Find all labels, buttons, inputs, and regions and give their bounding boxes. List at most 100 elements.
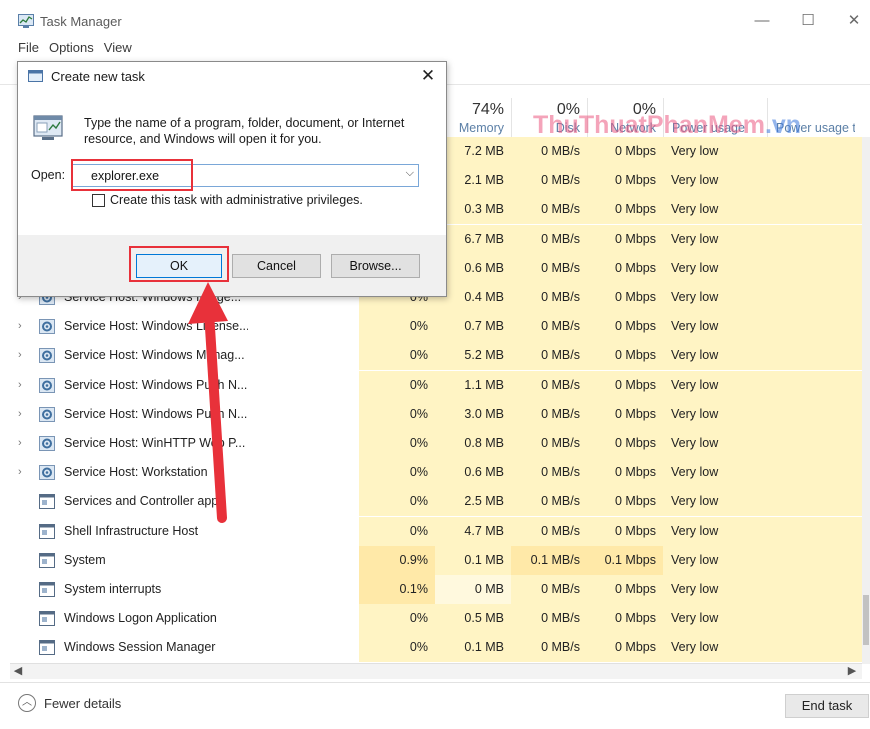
cell-disk: 0 MB/s bbox=[511, 195, 587, 225]
vertical-scroll-thumb[interactable] bbox=[863, 595, 869, 645]
process-name: Service Host: WinHTTP Web P... bbox=[64, 436, 246, 450]
cell-power-usage: Very low bbox=[663, 516, 767, 546]
cell-power-usage-trend bbox=[767, 545, 862, 575]
cell-power-usage-trend bbox=[767, 224, 862, 254]
cell-memory: 2.5 MB bbox=[435, 487, 511, 517]
cell-power-usage-trend bbox=[767, 137, 862, 166]
cell-network: 0 Mbps bbox=[587, 195, 663, 225]
cell-power-usage: Very low bbox=[663, 283, 767, 312]
cell-network: 0 Mbps bbox=[587, 224, 663, 254]
table-row[interactable]: Shell Infrastructure Host 0% 4.7 MB 0 MB/s 0… bbox=[0, 516, 862, 546]
table-row[interactable]: › Service Host: Windows Manag... 0% 5.2 MB 0… bbox=[0, 341, 862, 371]
minimize-button[interactable]: — bbox=[742, 8, 782, 34]
dialog-title: Create new task bbox=[51, 69, 145, 84]
table-row[interactable]: › Service Host: Workstation 0% 0.6 MB 0 MB/s… bbox=[0, 458, 862, 488]
table-row[interactable]: › Service Host: Windows Push N... 0% 3.0 MB… bbox=[0, 399, 862, 429]
cell-memory: 0.8 MB bbox=[435, 429, 511, 458]
task-manager-icon bbox=[18, 14, 34, 28]
end-task-button[interactable]: End task bbox=[785, 694, 869, 718]
table-row[interactable]: Windows Logon Application 0% 0.5 MB 0 MB/s 0… bbox=[0, 604, 862, 634]
fewer-details-label: Fewer details bbox=[44, 695, 122, 711]
highlight-box-ok bbox=[129, 246, 229, 282]
cell-cpu: 0.9% bbox=[359, 545, 435, 575]
cell-disk: 0 MB/s bbox=[511, 253, 587, 283]
table-row[interactable]: › Service Host: Windows Push N... 0% 1.1 MB… bbox=[0, 370, 862, 400]
cell-disk: 0 MB/s bbox=[511, 487, 587, 517]
cell-power-usage-trend bbox=[767, 429, 862, 458]
table-row[interactable]: › Service Host: WinHTTP Web P... 0% 0.8 MB 0… bbox=[0, 429, 862, 458]
admin-privileges-label: Create this task with administrative pri… bbox=[110, 193, 363, 207]
table-row[interactable]: Windows Session Manager 0% 0.1 MB 0 MB/s 0 M… bbox=[0, 633, 862, 663]
dialog-title-bar: Create new task ✕ bbox=[18, 62, 446, 90]
cell-cpu: 0% bbox=[359, 633, 435, 663]
table-row[interactable]: Services and Controller app 0% 2.5 MB 0 MB/… bbox=[0, 487, 862, 517]
cell-power-usage: Very low bbox=[663, 137, 767, 166]
cell-disk: 0 MB/s bbox=[511, 399, 587, 429]
cell-disk: 0 MB/s bbox=[511, 516, 587, 546]
cell-power-usage-trend bbox=[767, 253, 862, 283]
horizontal-scrollbar[interactable]: ◀ ▶ bbox=[10, 663, 862, 679]
cell-cpu: 0% bbox=[359, 399, 435, 429]
window-title: Task Manager bbox=[40, 14, 122, 29]
menu-file[interactable]: File bbox=[18, 40, 39, 58]
close-button[interactable]: ✕ bbox=[834, 8, 870, 34]
cell-memory: 0.1 MB bbox=[435, 633, 511, 663]
create-new-task-dialog: Create new task ✕ Type the name of a pro… bbox=[17, 61, 447, 297]
process-name: System bbox=[64, 552, 106, 567]
cell-memory: 0.7 MB bbox=[435, 312, 511, 342]
cell-network: 0 Mbps bbox=[587, 399, 663, 429]
cell-power-usage-trend bbox=[767, 399, 862, 429]
cell-memory: 0.1 MB bbox=[435, 545, 511, 575]
cell-disk: 0 MB/s bbox=[511, 458, 587, 488]
table-row[interactable]: System 0.9% 0.1 MB 0.1 MB/s 0.1 Mbps Very low bbox=[0, 545, 862, 575]
process-name: Windows Session Manager bbox=[64, 640, 216, 655]
scroll-left-arrow-icon[interactable]: ◀ bbox=[10, 664, 26, 680]
cell-power-usage-trend bbox=[767, 487, 862, 517]
browse-button[interactable]: Browse... bbox=[331, 254, 420, 278]
cell-power-usage: Very low bbox=[663, 633, 767, 663]
open-label: Open: bbox=[31, 168, 66, 182]
menu-options[interactable]: Options bbox=[49, 40, 94, 58]
cell-cpu: 0% bbox=[359, 341, 435, 371]
cell-power-usage-trend bbox=[767, 312, 862, 342]
scroll-right-arrow-icon[interactable]: ▶ bbox=[844, 664, 860, 680]
vertical-scrollbar[interactable] bbox=[862, 137, 870, 664]
dialog-description: Type the name of a program, folder, docu… bbox=[84, 116, 405, 146]
cell-cpu: 0% bbox=[359, 370, 435, 400]
process-name: System interrupts bbox=[64, 582, 162, 596]
cell-network: 0 Mbps bbox=[587, 429, 663, 458]
cell-cpu: 0% bbox=[359, 487, 435, 517]
menu-view[interactable]: View bbox=[104, 40, 132, 58]
process-name: Windows Logon Application bbox=[64, 611, 217, 626]
cell-power-usage: Very low bbox=[663, 370, 767, 400]
cell-power-usage: Very low bbox=[663, 224, 767, 254]
cell-power-usage: Very low bbox=[663, 575, 767, 604]
fewer-details-button[interactable]: ︿ Fewer details bbox=[18, 694, 121, 712]
cancel-button[interactable]: Cancel bbox=[232, 254, 321, 278]
process-name: Service Host: Windows Push N... bbox=[64, 377, 248, 392]
cell-network: 0 Mbps bbox=[587, 575, 663, 604]
cell-network: 0 Mbps bbox=[587, 370, 663, 400]
table-row[interactable]: System interrupts 0.1% 0 MB 0 MB/s 0 Mbps Ver… bbox=[0, 575, 862, 604]
cell-cpu: 0% bbox=[359, 312, 435, 342]
cell-memory: 0 MB bbox=[435, 575, 511, 604]
cell-disk: 0 MB/s bbox=[511, 370, 587, 400]
process-name: Shell Infrastructure Host bbox=[64, 523, 199, 538]
process-name: Services and Controller app bbox=[64, 494, 219, 509]
dialog-close-button[interactable]: ✕ bbox=[416, 64, 440, 88]
chevron-down-icon[interactable]: ⌵ bbox=[406, 167, 414, 180]
cell-disk: 0 MB/s bbox=[511, 224, 587, 254]
cell-power-usage-trend bbox=[767, 195, 862, 225]
cell-memory: 1.1 MB bbox=[435, 370, 511, 400]
cell-disk: 0 MB/s bbox=[511, 341, 587, 371]
table-row[interactable]: › Service Host: Windows License... 0% 0.7 M… bbox=[0, 312, 862, 342]
title-bar: Task Manager — ☐ ✕ bbox=[0, 0, 870, 38]
cell-memory: 3.0 MB bbox=[435, 399, 511, 429]
admin-privileges-checkbox[interactable] bbox=[92, 194, 105, 207]
run-dialog-icon bbox=[28, 70, 43, 82]
cell-network: 0 Mbps bbox=[587, 166, 663, 196]
cell-power-usage-trend bbox=[767, 604, 862, 634]
maximize-button[interactable]: ☐ bbox=[788, 8, 828, 34]
cell-power-usage: Very low bbox=[663, 458, 767, 488]
cell-disk: 0 MB/s bbox=[511, 283, 587, 312]
